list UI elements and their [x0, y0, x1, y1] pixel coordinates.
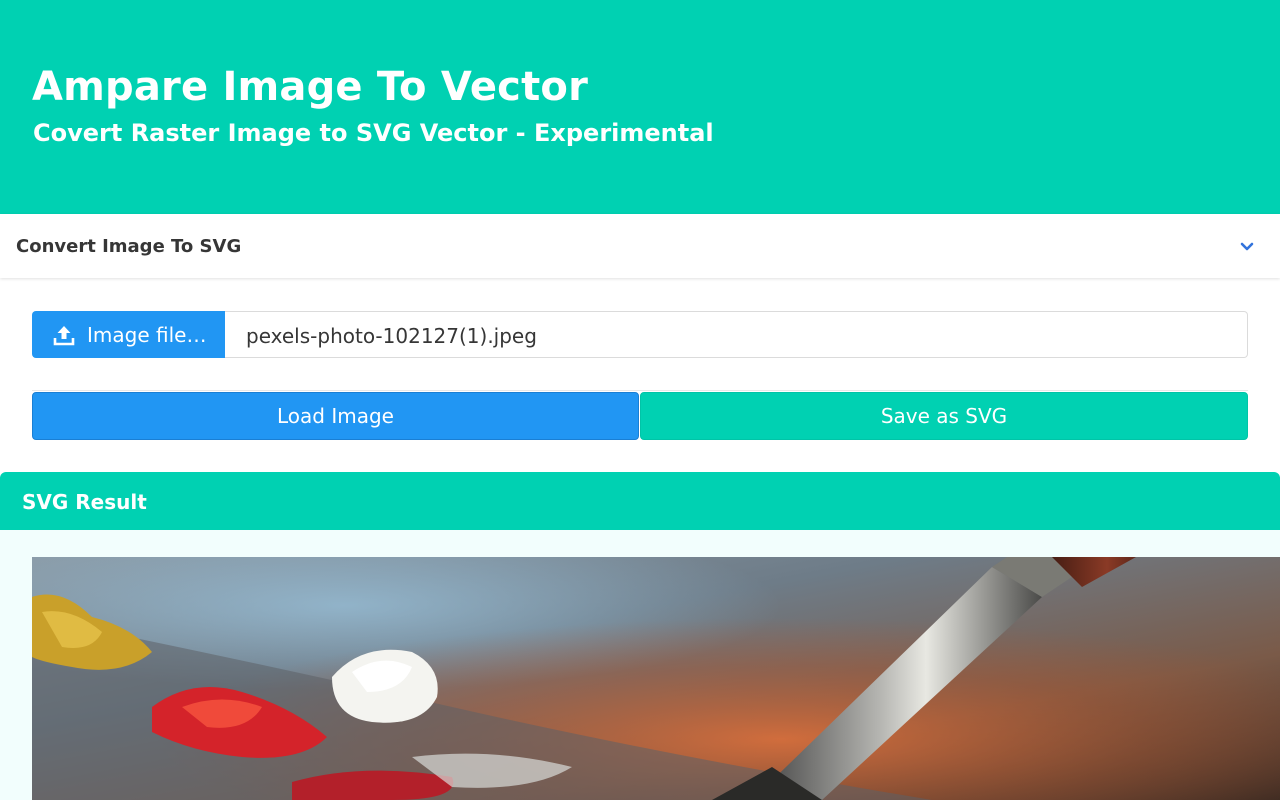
- svg-result-image: [32, 557, 1280, 800]
- converter-card-title: Convert Image To SVG: [16, 236, 242, 257]
- hero-banner: Ampare Image To Vector Covert Raster Ima…: [0, 0, 1280, 214]
- file-name-text: pexels-photo-102127(1).jpeg: [246, 324, 537, 348]
- svg-result-title: SVG Result: [22, 490, 147, 514]
- selected-file-name: pexels-photo-102127(1).jpeg: [225, 311, 1248, 358]
- save-as-svg-button[interactable]: Save as SVG: [640, 392, 1248, 440]
- app-subtitle: Covert Raster Image to SVG Vector - Expe…: [33, 119, 714, 147]
- load-image-button[interactable]: Load Image: [32, 392, 639, 440]
- svg-result-header: SVG Result: [0, 472, 1280, 530]
- image-file-label: Image file…: [87, 323, 207, 347]
- chevron-down-icon[interactable]: [1236, 236, 1258, 258]
- image-file-button[interactable]: Image file…: [32, 311, 225, 358]
- file-input-field[interactable]: Image file… pexels-photo-102127(1).jpeg: [32, 311, 1248, 358]
- app-title: Ampare Image To Vector: [32, 64, 589, 110]
- divider: [32, 390, 1248, 391]
- upload-icon: [52, 323, 76, 347]
- converter-card-header[interactable]: Convert Image To SVG: [0, 214, 1280, 278]
